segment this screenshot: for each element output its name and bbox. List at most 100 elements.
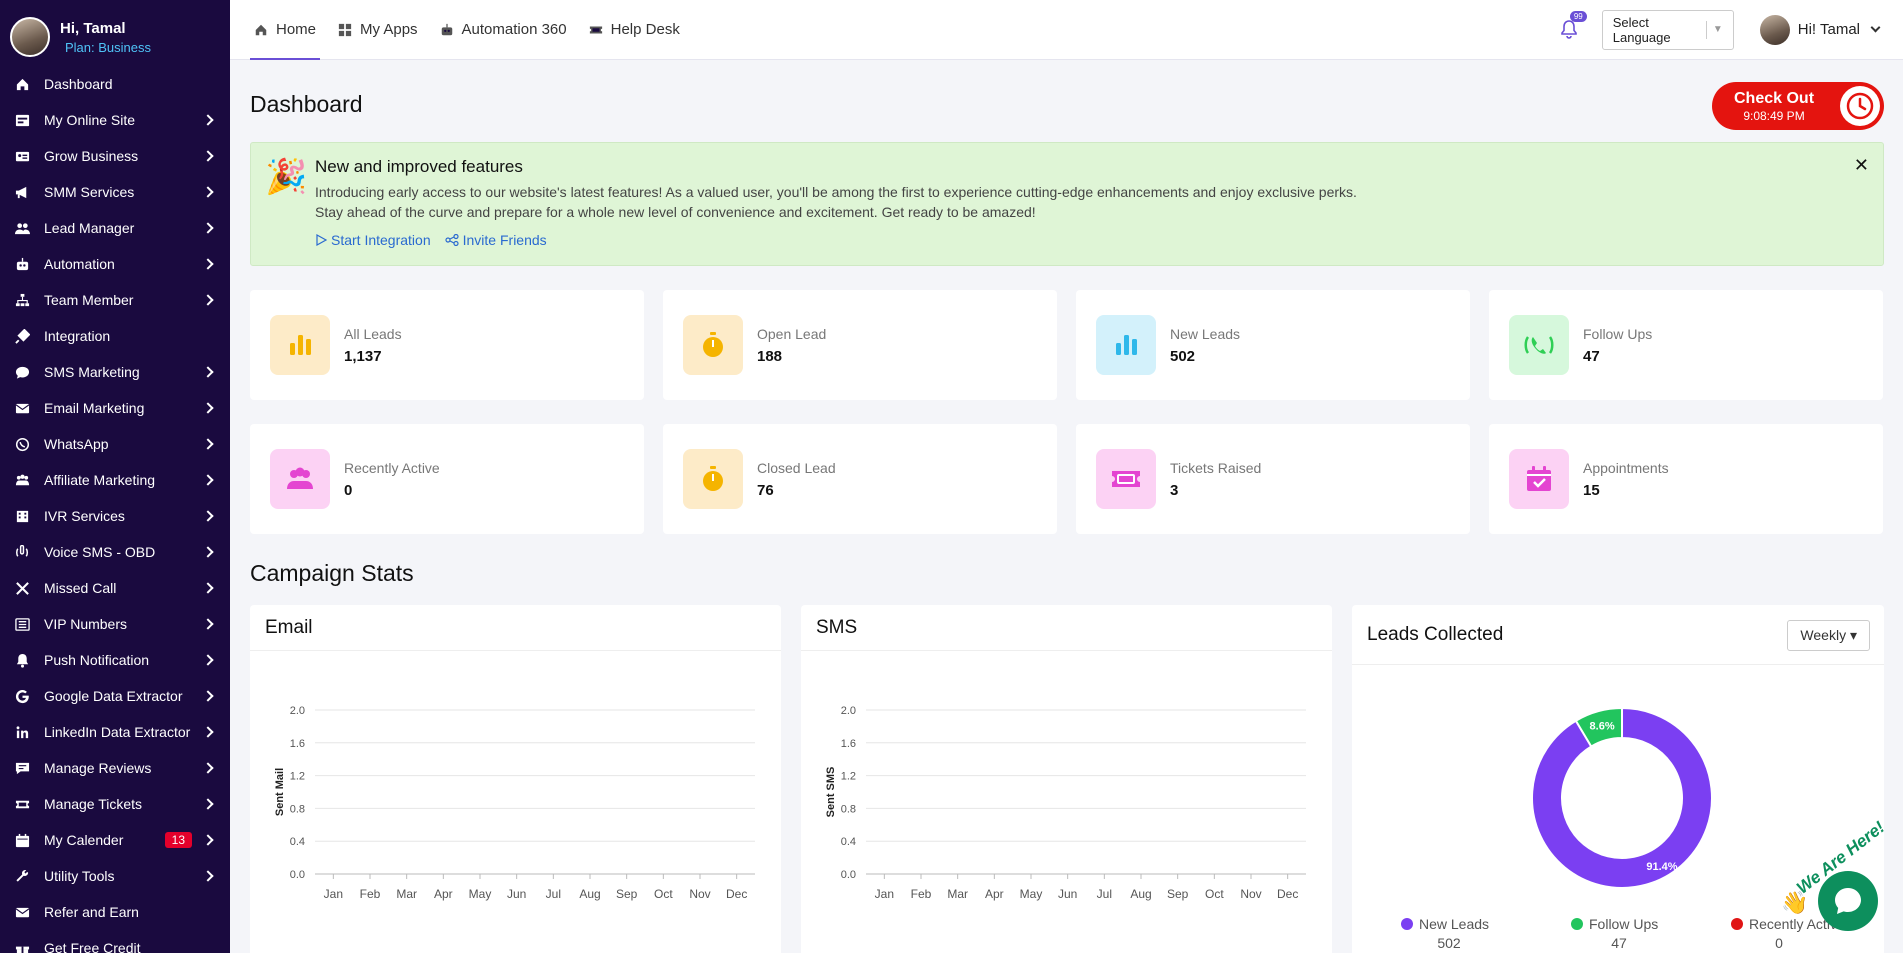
sidebar-item-label: Push Notification [44,652,150,668]
sidebar-item-label: Manage Reviews [44,760,152,776]
sidebar-item-label: LinkedIn Data Extractor [44,724,191,740]
sidebar-item-affiliate-marketing[interactable]: Affiliate Marketing [0,462,230,498]
sidebar-item-grow-business[interactable]: Grow Business [0,138,230,174]
sidebar-item-email-marketing[interactable]: Email Marketing [0,390,230,426]
period-dropdown[interactable]: Weekly ▾ [1787,620,1870,651]
sidebar-item-push-notification[interactable]: Push Notification [0,642,230,678]
sidebar-item-label: Get Free Credit [44,940,141,953]
checkout-button[interactable]: Check Out 9:08:49 PM [1712,82,1884,130]
dropdown-arrow-icon: ▼ [1705,20,1723,39]
avatar[interactable] [10,17,50,57]
stat-card-tickets-raised[interactable]: Tickets Raised 3 [1076,424,1470,534]
x-tick-label: Jan [324,887,343,901]
slice-label: 91.4% [1646,861,1677,873]
stat-value: 76 [757,481,774,499]
stat-card-all-leads[interactable]: All Leads 1,137 [250,290,644,400]
chevron-right-icon [202,834,214,846]
sidebar-item-voice-sms-obd[interactable]: Voice SMS - OBD [0,534,230,570]
calendar-icon [14,832,30,848]
x-tick-label: Oct [1205,887,1224,901]
sidebar-item-team-member[interactable]: Team Member [0,282,230,318]
x-tick-label: Sep [616,887,638,901]
sidebar-item-missed-call[interactable]: Missed Call [0,570,230,606]
stat-value: 47 [1583,347,1600,365]
sidebar-item-label: Missed Call [44,580,117,596]
sidebar-item-label: Integration [44,328,111,344]
x-tick-label: Feb [911,887,932,901]
sidebar-item-smm-services[interactable]: SMM Services [0,174,230,210]
sidebar-item-integration[interactable]: Integration [0,318,230,354]
sidebar-item-label: Grow Business [44,148,139,164]
sidebar-item-linkedin-data-extractor[interactable]: LinkedIn Data Extractor [0,714,230,750]
stopwatch-icon [683,315,743,375]
stat-card-open-lead[interactable]: Open Lead 188 [663,290,1057,400]
sidebar-item-manage-tickets[interactable]: Manage Tickets [0,786,230,822]
grid-icon [338,23,356,37]
invite-friends-link[interactable]: Invite Friends [445,232,547,248]
sms-chart-card: SMS 0.0 0.4 0.8 1.2 1.6 2.0 Jan Feb Mar Apr May Jun… [801,605,1332,953]
chevron-down-icon [1870,22,1881,33]
profile-block: Hi, Tamal Plan: Business [0,0,230,62]
bar-chart-icon [270,315,330,375]
group-icon [14,472,30,488]
tab-automation-360[interactable]: Automation 360 [436,0,571,60]
checkout-time: 9:08:49 PM [1743,108,1805,123]
sidebar-item-utility-tools[interactable]: Utility Tools [0,858,230,894]
sidebar-item-vip-numbers[interactable]: VIP Numbers [0,606,230,642]
tab-my-apps[interactable]: My Apps [334,0,422,60]
sidebar-item-label: SMM Services [44,184,135,200]
legend-marker [1571,918,1583,930]
stat-card-follow-ups[interactable]: Follow Ups 47 [1489,290,1883,400]
sidebar-item-dashboard[interactable]: Dashboard [0,66,230,102]
slice-label: 8.6% [1590,721,1615,733]
language-select[interactable]: Select Language ▼ [1601,9,1734,50]
sidebar-item-automation[interactable]: Automation [0,246,230,282]
stat-value: 15 [1583,481,1600,499]
sidebar-item-manage-reviews[interactable]: Manage Reviews [0,750,230,786]
sidebar-item-whatsapp[interactable]: WhatsApp [0,426,230,462]
sidebar-item-refer-and-earn[interactable]: Refer and Earn [0,894,230,930]
party-popper-icon: 🎉 [265,158,308,196]
sidebar-item-ivr-services[interactable]: IVR Services [0,498,230,534]
list-icon [14,616,30,632]
stat-card-new-leads[interactable]: New Leads 502 [1076,290,1470,400]
top-tabs: Home My Apps Automation 360 Help Desk [250,0,698,60]
user-menu[interactable]: Hi! Tamal [1759,14,1881,45]
x-tick-label: Mar [947,887,968,901]
stat-card-recently-active[interactable]: Recently Active 0 [250,424,644,534]
sidebar-item-label: My Calender [44,832,124,848]
x-tick-label: Dec [726,887,747,901]
email-card-title: Email [250,605,781,651]
close-icon[interactable]: ✕ [1854,155,1869,176]
chevron-right-icon [202,726,214,738]
sidebar-item-lead-manager[interactable]: Lead Manager [0,210,230,246]
sidebar-item-sms-marketing[interactable]: SMS Marketing [0,354,230,390]
sidebar-item-google-data-extractor[interactable]: Google Data Extractor [0,678,230,714]
tab-home[interactable]: Home [250,0,321,60]
notification-button[interactable]: 99 [1554,10,1587,45]
mail-icon [14,904,30,920]
tab-help-desk[interactable]: Help Desk [585,0,684,60]
x-tick-label: Apr [985,887,1004,901]
stat-card-closed-lead[interactable]: Closed Lead 76 [663,424,1057,534]
y-tick-label: 0.8 [841,803,856,815]
waving-hand-icon: 👋 [1781,890,1809,915]
tab-label: Home [276,21,317,38]
x-tick-label: Jan [875,887,894,901]
robot-icon [440,23,458,37]
whatsapp-icon [14,436,30,452]
chevron-right-icon [202,258,214,270]
legend-label: New Leads [1419,916,1489,932]
sidebar-item-my-calender[interactable]: My Calender 13 [0,822,230,858]
x-tick-label: Jul [1097,887,1112,901]
features-banner: 🎉 New and improved features Introducing … [250,142,1884,266]
stopwatch-icon [683,449,743,509]
stat-card-appointments[interactable]: Appointments 15 [1489,424,1883,534]
users-icon [270,449,330,509]
x-tick-label: Mar [396,887,417,901]
sidebar-item-get-free-credit[interactable]: Get Free Credit [0,930,230,953]
chat-button[interactable] [1818,871,1878,931]
sidebar-item-label: Manage Tickets [44,796,143,812]
start-integration-link[interactable]: Start Integration [315,232,431,248]
sidebar-item-my-online-site[interactable]: My Online Site [0,102,230,138]
